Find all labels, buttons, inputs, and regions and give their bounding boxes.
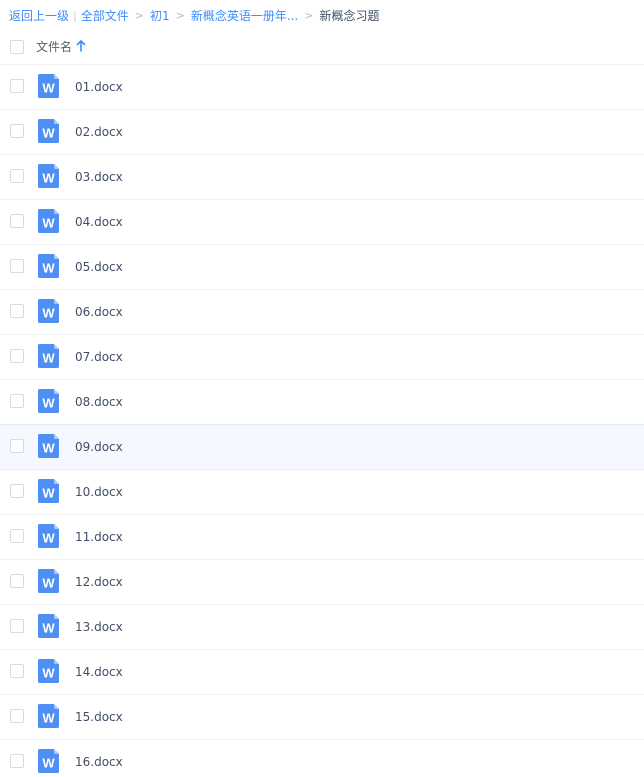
file-row[interactable]: W 10.docx	[0, 470, 644, 515]
word-icon-letter: W	[42, 126, 55, 141]
breadcrumb-separator: >	[134, 8, 144, 22]
file-checkbox[interactable]	[10, 664, 24, 678]
word-icon-letter: W	[42, 306, 55, 321]
select-all-checkbox[interactable]	[10, 40, 24, 54]
file-browser: 返回上一级 | 全部文件 > 初1 > 新概念英语一册年... > 新概念习题 …	[0, 0, 644, 777]
file-checkbox[interactable]	[10, 79, 24, 93]
word-icon-letter: W	[42, 351, 55, 366]
file-name-link[interactable]: 03.docx	[75, 155, 123, 198]
breadcrumb-current-folder: 新概念习题	[319, 8, 380, 23]
word-doc-icon[interactable]: W	[38, 749, 59, 773]
all-files-link[interactable]: 全部文件	[81, 7, 129, 24]
arrow-up-icon[interactable]	[76, 40, 86, 52]
file-row[interactable]: W 08.docx	[0, 380, 644, 425]
file-name-link[interactable]: 15.docx	[75, 695, 123, 738]
breadcrumb-separator: >	[304, 8, 314, 22]
word-doc-icon[interactable]: W	[38, 524, 59, 548]
file-checkbox[interactable]	[10, 259, 24, 273]
word-doc-icon[interactable]: W	[38, 209, 59, 233]
file-row[interactable]: W 15.docx	[0, 695, 644, 740]
word-icon-letter: W	[42, 756, 55, 771]
word-doc-icon[interactable]: W	[38, 569, 59, 593]
breadcrumb: 返回上一级 | 全部文件 > 初1 > 新概念英语一册年... > 新概念习题	[9, 0, 380, 30]
word-icon-letter: W	[42, 441, 55, 456]
word-doc-icon[interactable]: W	[38, 119, 59, 143]
word-icon-letter: W	[42, 666, 55, 681]
word-doc-icon[interactable]: W	[38, 389, 59, 413]
word-doc-icon[interactable]: W	[38, 659, 59, 683]
file-row[interactable]: W 14.docx	[0, 650, 644, 695]
word-icon-letter: W	[42, 711, 55, 726]
back-link[interactable]: 返回上一级	[9, 7, 69, 24]
file-name-link[interactable]: 02.docx	[75, 110, 123, 153]
breadcrumb-separator: >	[175, 8, 185, 22]
file-checkbox[interactable]	[10, 304, 24, 318]
word-doc-icon[interactable]: W	[38, 254, 59, 278]
file-row[interactable]: W 04.docx	[0, 200, 644, 245]
word-doc-icon[interactable]: W	[38, 344, 59, 368]
word-doc-icon[interactable]: W	[38, 164, 59, 188]
file-name-link[interactable]: 10.docx	[75, 470, 123, 513]
word-doc-icon[interactable]: W	[38, 704, 59, 728]
file-name-link[interactable]: 01.docx	[75, 65, 123, 108]
file-checkbox[interactable]	[10, 439, 24, 453]
breadcrumb-divider: |	[73, 8, 77, 22]
file-name-link[interactable]: 12.docx	[75, 560, 123, 603]
file-name-link[interactable]: 16.docx	[75, 740, 123, 777]
word-icon-letter: W	[42, 171, 55, 186]
file-name-link[interactable]: 08.docx	[75, 380, 123, 423]
file-checkbox[interactable]	[10, 169, 24, 183]
word-doc-icon[interactable]: W	[38, 614, 59, 638]
file-checkbox[interactable]	[10, 214, 24, 228]
file-row[interactable]: W 11.docx	[0, 515, 644, 560]
file-list-header: 文件名	[0, 30, 644, 65]
file-row[interactable]: W 05.docx	[0, 245, 644, 290]
file-name-link[interactable]: 05.docx	[75, 245, 123, 288]
file-row[interactable]: W 13.docx	[0, 605, 644, 650]
file-row[interactable]: W 01.docx	[0, 65, 644, 110]
file-row[interactable]: W 12.docx	[0, 560, 644, 605]
word-doc-icon[interactable]: W	[38, 479, 59, 503]
word-doc-icon[interactable]: W	[38, 299, 59, 323]
file-checkbox[interactable]	[10, 709, 24, 723]
file-checkbox[interactable]	[10, 124, 24, 138]
file-checkbox[interactable]	[10, 619, 24, 633]
file-name-link[interactable]: 11.docx	[75, 515, 123, 558]
word-icon-letter: W	[42, 81, 55, 96]
file-name-link[interactable]: 07.docx	[75, 335, 123, 378]
file-row[interactable]: W 06.docx	[0, 290, 644, 335]
breadcrumb-item-folder[interactable]: 初1	[150, 7, 170, 24]
word-icon-letter: W	[42, 531, 55, 546]
word-doc-icon[interactable]: W	[38, 434, 59, 458]
file-row[interactable]: W 16.docx	[0, 740, 644, 777]
name-column-label: 文件名	[36, 39, 73, 54]
file-row[interactable]: W 07.docx	[0, 335, 644, 380]
file-name-link[interactable]: 09.docx	[75, 425, 123, 468]
file-checkbox[interactable]	[10, 349, 24, 363]
file-name-link[interactable]: 13.docx	[75, 605, 123, 648]
file-checkbox[interactable]	[10, 529, 24, 543]
word-icon-letter: W	[42, 261, 55, 276]
file-checkbox[interactable]	[10, 394, 24, 408]
file-name-link[interactable]: 14.docx	[75, 650, 123, 693]
file-checkbox[interactable]	[10, 484, 24, 498]
file-row[interactable]: W 03.docx	[0, 155, 644, 200]
file-list: W 01.docx W 02.docx W 03.docx W 04.docx W 05.docx…	[0, 65, 644, 777]
word-icon-letter: W	[42, 621, 55, 636]
file-checkbox[interactable]	[10, 574, 24, 588]
file-row[interactable]: W 09.docx	[0, 425, 644, 470]
word-doc-icon[interactable]: W	[38, 74, 59, 98]
word-icon-letter: W	[42, 216, 55, 231]
file-row[interactable]: W 02.docx	[0, 110, 644, 155]
file-name-link[interactable]: 04.docx	[75, 200, 123, 243]
file-name-link[interactable]: 06.docx	[75, 290, 123, 333]
word-icon-letter: W	[42, 396, 55, 411]
breadcrumb-item-folder[interactable]: 新概念英语一册年...	[191, 7, 298, 24]
word-icon-letter: W	[42, 576, 55, 591]
name-column-header[interactable]: 文件名	[36, 30, 86, 62]
word-icon-letter: W	[42, 486, 55, 501]
file-checkbox[interactable]	[10, 754, 24, 768]
